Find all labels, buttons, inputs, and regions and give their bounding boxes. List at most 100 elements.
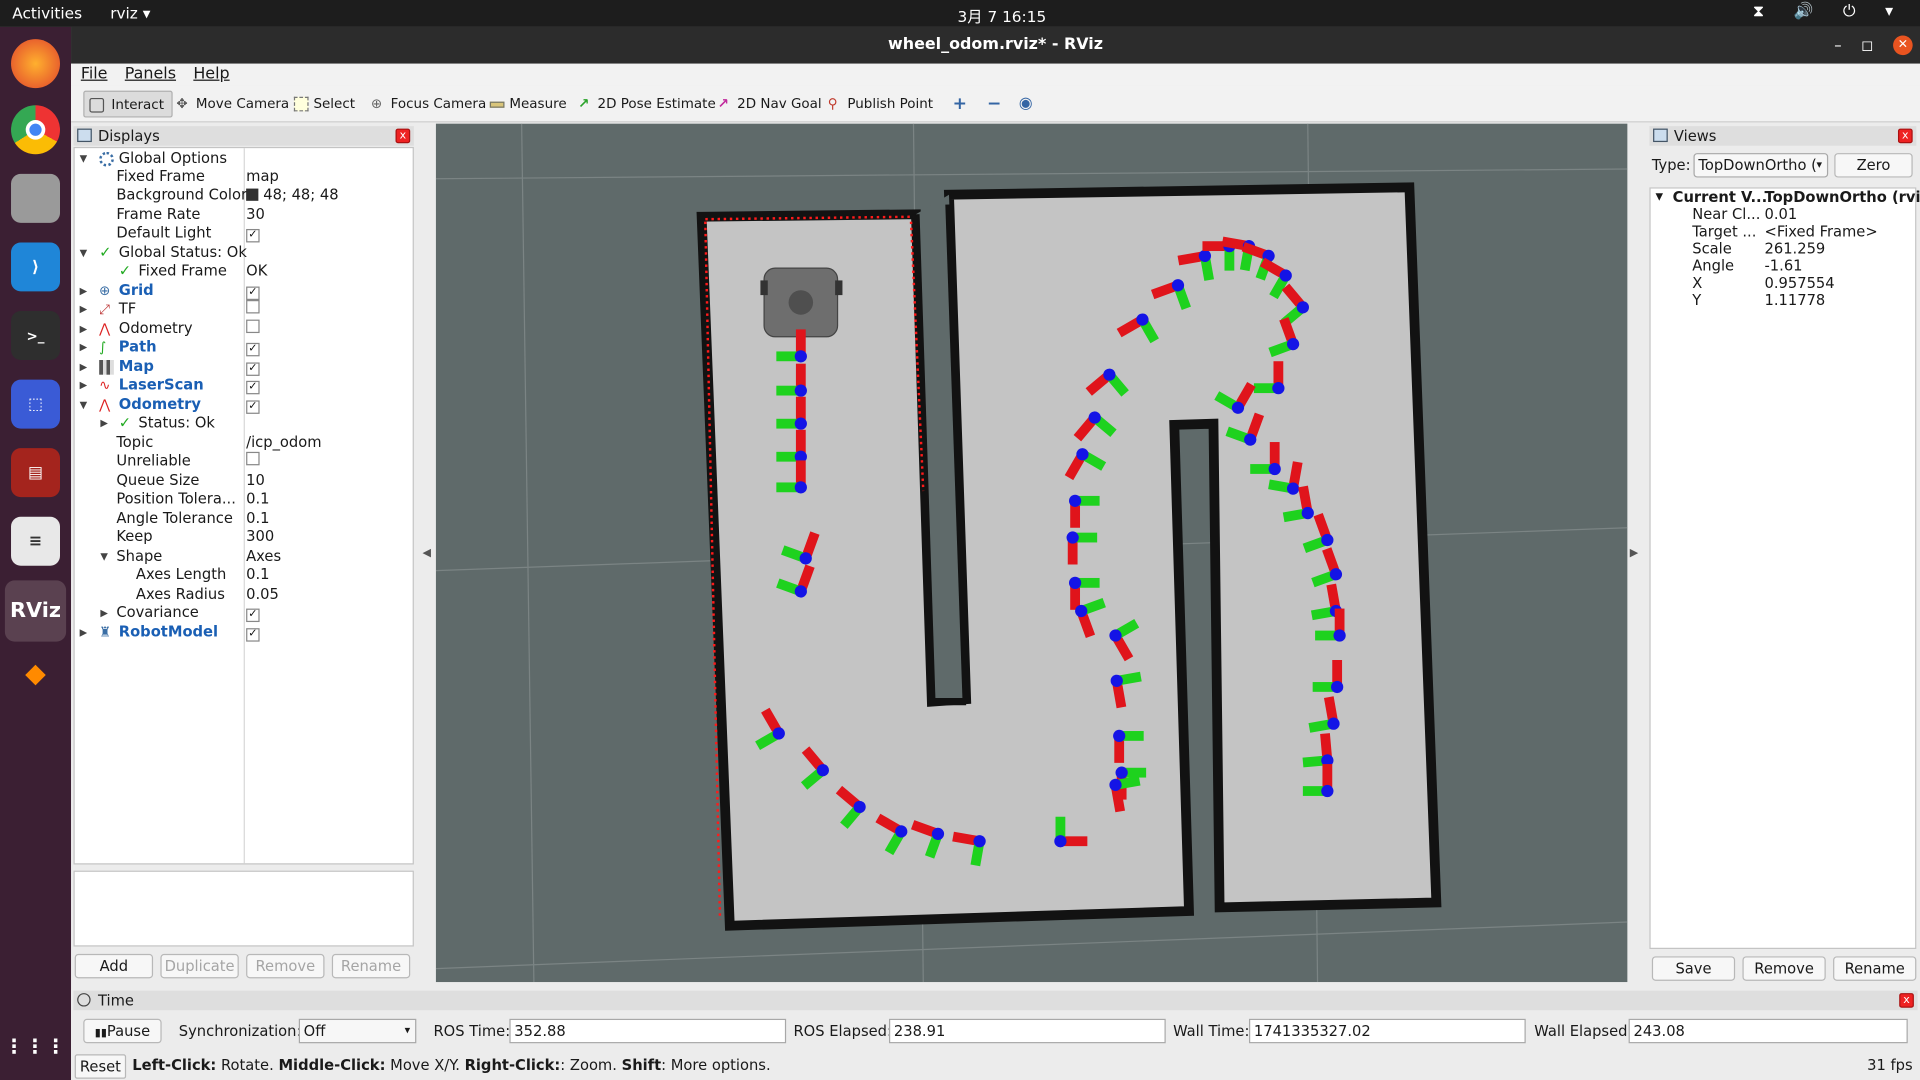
tree-row-fixed-frame[interactable]: Fixed Frame map <box>75 168 413 186</box>
collapse-icon[interactable]: ▼ <box>80 396 92 414</box>
checkbox[interactable]: ✓ <box>246 400 260 414</box>
firefox-icon[interactable] <box>11 39 61 89</box>
files-icon[interactable] <box>11 173 61 223</box>
menu-help[interactable]: Help <box>193 64 229 86</box>
minimize-icon[interactable]: – <box>1834 27 1841 64</box>
tree-row-map[interactable]: ▶ Map ✓ <box>75 358 413 376</box>
sublime-icon[interactable]: ◆ <box>11 649 60 698</box>
checkbox[interactable] <box>246 319 260 334</box>
left-splitter-handle[interactable]: ◀ <box>422 547 430 559</box>
close-icon[interactable]: ✕ <box>1893 35 1913 56</box>
collapse-icon[interactable]: ▼ <box>80 244 92 262</box>
tree-row-axes-radius[interactable]: Axes Radius 0.05 <box>75 585 413 603</box>
expand-icon[interactable]: ▶ <box>80 358 92 376</box>
view-prop-angle-value[interactable]: -1.61 <box>1765 257 1803 274</box>
show-apps-icon[interactable]: ⋮⋮⋮ <box>4 1021 65 1070</box>
row-value[interactable] <box>246 319 260 338</box>
tree-row-covariance[interactable]: ▶ Covariance ✓ <box>75 604 413 623</box>
view-prop-near-clip[interactable]: Near Cl... <box>1692 206 1760 223</box>
tool-select[interactable]: Select <box>289 91 355 118</box>
tree-row-laserscan[interactable]: ▶ ∿ LaserScan ✓ <box>75 376 413 395</box>
render-viewport[interactable] <box>435 123 1628 983</box>
views-close-icon[interactable]: x <box>1897 128 1913 144</box>
ros-time-field[interactable]: 352.88 <box>509 1018 787 1044</box>
row-value[interactable]: 0.05 <box>246 585 279 603</box>
row-value[interactable]: ✓ <box>246 396 260 414</box>
add-display-button[interactable]: Add <box>74 953 154 979</box>
expand-icon[interactable]: ▶ <box>100 414 112 432</box>
displays-close-icon[interactable]: x <box>395 128 411 144</box>
row-value[interactable]: ✓ <box>246 282 260 301</box>
tree-row-frame-rate[interactable]: Frame Rate 30 <box>75 206 413 224</box>
row-value[interactable]: ✓ <box>246 623 260 642</box>
camera-type-icon[interactable]: ◉ <box>1014 91 1033 118</box>
menu-file[interactable]: File <box>81 64 108 86</box>
expand-icon[interactable]: ▶ <box>80 282 92 300</box>
expand-icon[interactable]: ▶ <box>100 604 112 622</box>
checkbox[interactable]: ✓ <box>246 628 260 642</box>
window-titlebar[interactable]: wheel_odom.rviz* - RViz – ◻ ✕ <box>71 26 1920 64</box>
activities-button[interactable]: Activities <box>12 4 82 22</box>
screenshot-icon[interactable]: ⬚ <box>11 379 61 429</box>
row-value[interactable] <box>246 451 260 470</box>
tree-row-default-light[interactable]: Default Light ✓ <box>75 224 413 243</box>
row-value[interactable]: ✓ <box>246 604 260 623</box>
checkbox[interactable]: ✓ <box>246 362 260 376</box>
view-prop-x-value[interactable]: 0.957554 <box>1765 274 1835 291</box>
reset-button[interactable]: Reset <box>74 1054 127 1079</box>
tree-row-axes-length[interactable]: Axes Length 0.1 <box>75 566 413 584</box>
right-splitter-handle[interactable]: ▶ <box>1630 547 1638 559</box>
row-value[interactable]: 10 <box>246 471 265 489</box>
terminal-icon[interactable]: >_ <box>11 311 61 361</box>
remove-display-button[interactable]: Remove <box>246 953 325 979</box>
view-prop-y-value[interactable]: 1.11778 <box>1765 291 1826 308</box>
view-prop-near-clip-value[interactable]: 0.01 <box>1765 206 1798 223</box>
tool-interact[interactable]: Interact <box>83 90 173 118</box>
zero-button[interactable]: Zero <box>1834 153 1913 178</box>
tool-focus-camera[interactable]: ⊕ Focus Camera <box>366 91 486 118</box>
tree-row-global-options[interactable]: ▼ Global Options <box>75 149 413 167</box>
view-prop-target[interactable]: Target ... <box>1692 223 1756 240</box>
tree-row-tf[interactable]: ▶ ⤢ TF <box>75 300 413 318</box>
checkbox[interactable] <box>246 300 260 314</box>
app-menu[interactable]: rviz ▾ <box>110 4 150 22</box>
row-value[interactable]: /icp_odom <box>246 433 321 451</box>
add-tool-icon[interactable]: + <box>948 91 967 118</box>
checkbox[interactable]: ✓ <box>246 228 260 243</box>
tree-row-angle-tolerance[interactable]: Angle Tolerance 0.1 <box>75 509 413 527</box>
view-prop-x[interactable]: X <box>1692 274 1702 291</box>
view-prop-y[interactable]: Y <box>1692 291 1701 308</box>
map-scene[interactable] <box>435 123 1628 983</box>
tree-row-topic[interactable]: Topic /icp_odom <box>75 433 413 451</box>
sync-select[interactable]: Off ▾ <box>298 1018 417 1044</box>
menu-panels[interactable]: Panels <box>125 64 176 86</box>
expand-icon[interactable]: ▶ <box>80 300 92 318</box>
row-value[interactable]: 0.1 <box>246 566 269 584</box>
system-tray[interactable]: ⧗ 🔊 ⏻ ▾ <box>1753 2 1905 20</box>
tree-row-status-ok[interactable]: ▶ ✓ Status: Ok <box>75 414 413 432</box>
clock[interactable]: 3月 7 16:15 <box>958 4 1047 27</box>
chrome-icon[interactable] <box>11 105 61 155</box>
row-value[interactable]: 300 <box>246 528 274 546</box>
tool-2d-nav-goal[interactable]: ↗ 2D Nav Goal <box>713 91 822 118</box>
vscode-icon[interactable]: ⟩ <box>11 242 61 292</box>
expand-icon[interactable]: ▶ <box>80 623 92 641</box>
expand-icon[interactable]: ▶ <box>80 338 92 356</box>
rviz-icon[interactable]: RViz <box>4 580 67 642</box>
wall-elapsed-field[interactable]: 243.08 <box>1628 1018 1908 1044</box>
checkbox[interactable]: ✓ <box>246 286 260 301</box>
ros-elapsed-field[interactable]: 238.91 <box>888 1018 1166 1044</box>
tool-2d-pose-estimate[interactable]: ↗ 2D Pose Estimate <box>573 91 716 118</box>
view-type-select[interactable]: TopDownOrtho ( ▾ <box>1693 153 1829 178</box>
collapse-icon[interactable]: ▼ <box>100 547 112 565</box>
row-value[interactable]: map <box>246 168 279 186</box>
tree-row-unreliable[interactable]: Unreliable <box>75 451 413 470</box>
view-prop-current[interactable]: Current V... <box>1673 189 1768 206</box>
tree-row-path[interactable]: ▶ ∫ Path ✓ <box>75 338 413 357</box>
wall-time-field[interactable]: 1741335327.02 <box>1248 1018 1526 1044</box>
row-value[interactable]: ✓ <box>246 358 260 376</box>
row-value[interactable]: 48; 48; 48 <box>246 186 339 204</box>
tool-measure[interactable]: Measure <box>485 91 567 118</box>
remove-tool-icon[interactable]: − <box>982 91 1001 118</box>
tree-row-grid[interactable]: ▶ ⊕ Grid ✓ <box>75 282 413 301</box>
